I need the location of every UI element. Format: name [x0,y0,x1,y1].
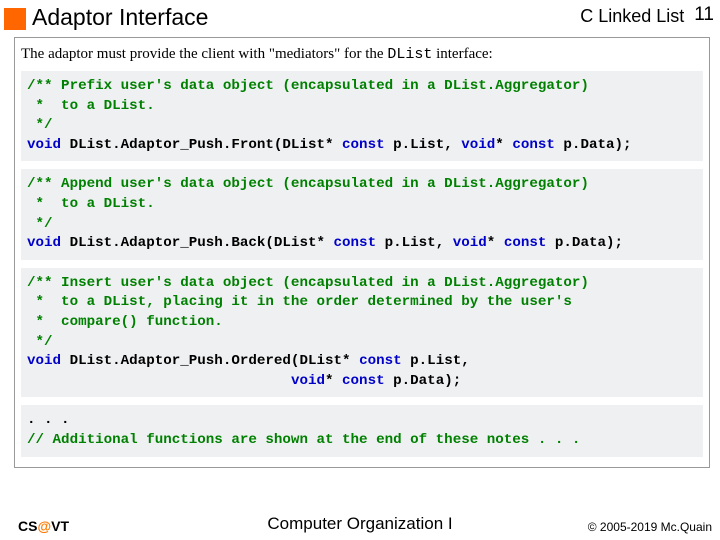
slide-footer: CS@VT Computer Organization I © 2005-201… [0,518,720,534]
intro-text: The adaptor must provide the client with… [21,46,703,63]
footer-copyright: © 2005-2019 Mc.Quain [588,520,712,534]
footer-at: @ [37,518,51,534]
keyword: const [359,353,402,369]
code-text: p.List, [376,235,453,251]
keyword: const [504,235,547,251]
comment-line: */ [27,334,53,350]
keyword: const [512,137,555,153]
header-right: C Linked List 11 [580,4,714,27]
code-text: p.List, [402,353,470,369]
content-frame: The adaptor must provide the client with… [14,37,710,468]
code-text: p.Data); [555,137,632,153]
footer-cs: CS [18,518,37,534]
footer-center: Computer Organization I [267,514,452,534]
keyword: void [453,235,487,251]
keyword: const [342,137,385,153]
code-text: * [487,235,504,251]
keyword: const [342,373,385,389]
code-text: * [495,137,512,153]
code-text: DList.Adaptor_Push.Ordered(DList* [61,353,359,369]
code-block-pushordered: /** Insert user's data object (encapsula… [21,268,703,398]
comment-line: * to a DList, placing it in the order de… [27,294,572,310]
comment-line: /** Append user's data object (encapsula… [27,176,589,192]
footer-vt: VT [51,518,69,534]
accent-square-icon [4,8,26,30]
keyword: void [27,235,61,251]
code-block-pushfront: /** Prefix user's data object (encapsula… [21,71,703,161]
comment-line: /** Prefix user's data object (encapsula… [27,78,589,94]
comment-line: */ [27,216,53,232]
slide-number: 11 [694,4,714,26]
keyword: void [27,353,61,369]
footer-left: CS@VT [18,518,69,534]
intro-suffix: interface: [432,46,492,62]
code-pad [27,373,291,389]
slide-topic: C Linked List [580,6,684,27]
header-left: Adaptor Interface [4,4,208,31]
keyword: void [27,137,61,153]
comment-line: * compare() function. [27,314,223,330]
intro-prefix: The adaptor must provide the client with… [21,46,387,62]
slide-title: Adaptor Interface [32,4,208,31]
comment-line: * to a DList. [27,196,155,212]
code-text: p.List, [385,137,462,153]
code-text: DList.Adaptor_Push.Back(DList* [61,235,333,251]
keyword: void [291,373,325,389]
slide-header: Adaptor Interface C Linked List 11 [0,0,720,37]
keyword: void [461,137,495,153]
comment-line: // Additional functions are shown at the… [27,432,580,448]
code-text: . . . [27,412,70,428]
comment-line: * to a DList. [27,98,155,114]
intro-code: DList [387,46,432,63]
comment-line: /** Insert user's data object (encapsula… [27,275,589,291]
code-block-ellipsis: . . . // Additional functions are shown … [21,405,703,456]
code-block-pushback: /** Append user's data object (encapsula… [21,169,703,259]
code-text: * [325,373,342,389]
comment-line: */ [27,117,53,133]
code-text: p.Data); [385,373,462,389]
code-text: DList.Adaptor_Push.Front(DList* [61,137,342,153]
code-text: p.Data); [546,235,623,251]
keyword: const [334,235,377,251]
